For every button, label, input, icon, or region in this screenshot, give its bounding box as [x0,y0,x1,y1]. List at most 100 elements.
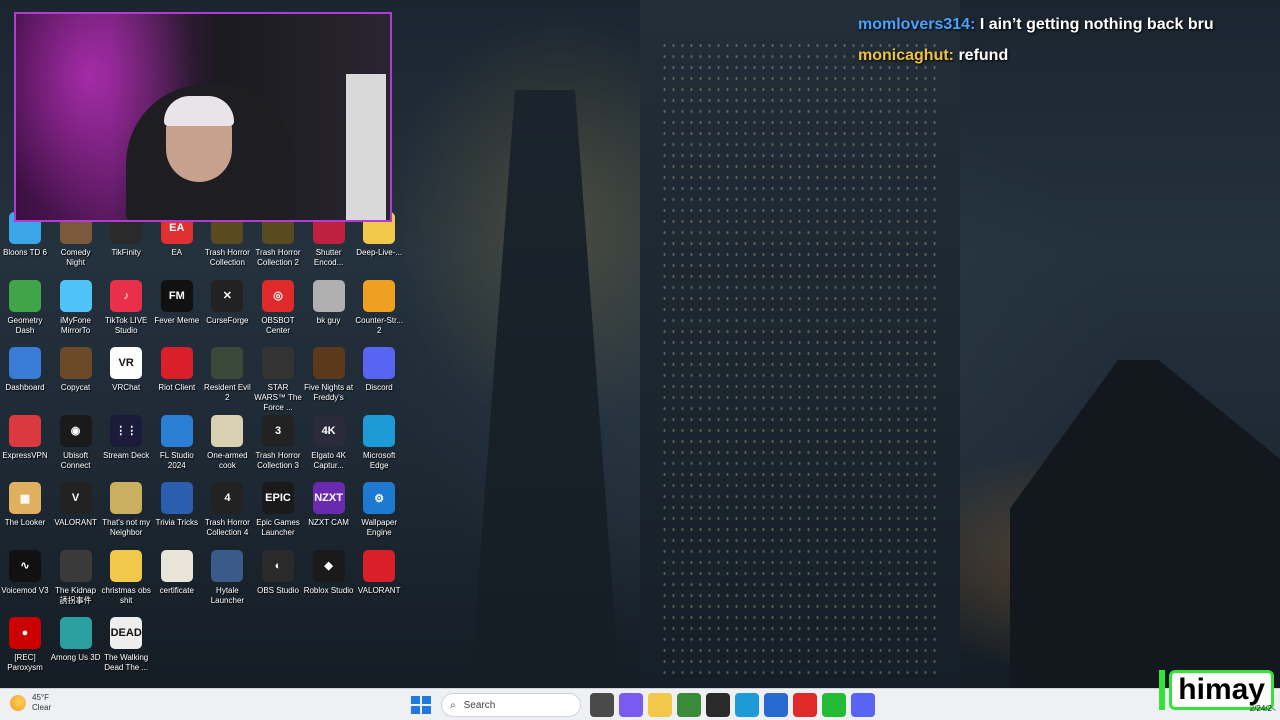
chrome-icon[interactable] [677,693,701,717]
desktop-icon[interactable]: ∿ Voicemod V3 [0,549,50,596]
desktop-icon[interactable]: Copycat [51,347,101,393]
obs-taskbar-icon[interactable] [706,693,730,717]
desktop-icon[interactable]: Microsoft Edge [354,414,404,471]
youtube-icon[interactable] [793,693,817,717]
discord-icon [363,347,396,379]
desktop-icon[interactable]: Five Nights at Freddy's [304,347,354,403]
desktop-icon-label: Shutter Encod... [313,248,344,267]
chat-text: refund [958,47,1009,64]
desktop-icon[interactable]: ● [REC] Paroxysm [0,617,50,673]
trash-horror-4-icon: 4 [211,482,244,514]
desktop-icon[interactable]: 4 Trash Horror Collection 4 [202,482,252,538]
desktop-icon[interactable]: VALORANT [354,549,404,596]
webcam-overlay [14,12,392,222]
desktop-icon-label: Dashboard [5,383,45,392]
chat-text: I ain’t getting nothing back bru [979,16,1214,33]
desktop-icon[interactable]: EPIC Epic Games Launcher [253,482,303,538]
desktop-icon[interactable]: certificate [152,549,202,596]
desktop-icon[interactable]: One-armed cook [202,414,252,471]
taskbar-center: ⌕ Search [408,693,875,717]
desktop-icon-label: Comedy Night [60,248,91,267]
desktop-icon[interactable]: Hytale Launcher [202,549,252,606]
desktop-icon-label: Trash Horror Collection 2 [255,248,301,267]
desktop-icon[interactable]: ◆ Roblox Studio [304,549,354,596]
search-icon: ⌕ [450,699,456,711]
taskbar-search[interactable]: ⌕ Search [441,693,581,717]
neighbor-icon [110,482,143,514]
desktop-icon[interactable]: Dashboard [0,347,50,393]
taskbar-clock[interactable]: 2/24/2 [1250,704,1272,713]
desktop-icon[interactable]: bk guy [304,279,354,326]
desktop-icon-label: Trash Horror Collection 3 [255,450,301,470]
wallpaper-tower-left [470,90,620,690]
desktop-icon[interactable]: V VALORANT [51,482,101,528]
desktop-icon-label: FL Studio 2024 [159,450,194,470]
desktop-icon[interactable]: Discord [354,347,404,393]
roblox-studio-icon: ◆ [312,549,345,582]
desktop-icon-label: certificate [159,585,194,595]
weather-text: 45°F Clear [32,693,51,713]
desktop-icon-label: That's not my Neighbor [102,518,151,537]
copilot-icon[interactable] [619,693,643,717]
weather-widget[interactable]: 45°F Clear [10,693,51,713]
desktop-icon[interactable]: ⚙ Wallpaper Engine [354,482,404,538]
windows-logo-pane [422,696,431,704]
desktop-icon[interactable]: The Kidnap 誘拐事件 [51,549,101,606]
task-view-icon[interactable] [590,693,614,717]
desktop-icon[interactable]: DEAD The Walking Dead The ... [101,617,151,673]
desktop-icon[interactable]: ◐ OBS Studio [253,549,303,596]
edge-icon [363,414,396,447]
desktop-icon[interactable]: 3 Trash Horror Collection 3 [253,414,303,471]
desktop-icon-label: ExpressVPN [2,450,48,460]
ubisoft-icon: ◉ [59,414,92,447]
brand-bar [1159,670,1166,710]
green-app-icon[interactable] [822,693,846,717]
desktop-icon-label: TikTok LIVE Studio [104,315,148,335]
among-us-icon [59,617,92,649]
desktop-icon-label: iMyFone MirrorTo [60,315,91,335]
desktop-icon[interactable]: Resident Evil 2 [202,347,252,403]
desktop-icon[interactable]: Riot Client [152,347,202,393]
desktop-icon-label: Deep-Live-... [356,248,403,257]
trash-horror-3-icon: 3 [262,414,294,447]
chat-message: momlovers314: I ain’t getting nothing ba… [858,14,1278,36]
desktop-icon[interactable]: iMyFone MirrorTo [51,279,101,336]
desktop-icon[interactable]: That's not my Neighbor [101,482,151,538]
voicemod-icon: ∿ [9,549,41,582]
desktop-icon[interactable]: Counter-Str... 2 [354,279,404,336]
desktop-icon-label: One-armed cook [207,450,248,470]
desktop-icon[interactable]: Geometry Dash [0,279,50,336]
store-icon[interactable] [764,693,788,717]
desktop-icon[interactable]: ◎ OBSBOT Center [253,279,303,336]
file-explorer-icon[interactable] [648,693,672,717]
desktop-icon[interactable]: ⋮⋮ Stream Deck [101,414,151,461]
counter-strike-icon [363,279,396,312]
desktop-icon[interactable]: ♪ TikTok LIVE Studio [101,279,151,336]
desktop-icon[interactable]: NZXT NZXT CAM [304,482,354,528]
desktop-icon[interactable]: ◉ Ubisoft Connect [51,414,101,471]
desktop-icon[interactable]: STAR WARS™ The Force ... [253,347,303,413]
desktop-icon-label: Wallpaper Engine [361,518,398,537]
desktop-icon[interactable]: 4K Elgato 4K Captur... [304,414,354,471]
start-button[interactable] [408,693,432,717]
desktop-icon[interactable]: ▦ The Looker [0,482,50,528]
desktop-icon[interactable]: FM Fever Meme [152,279,202,326]
desktop-icon-label: Stream Deck [103,450,150,460]
valorant-icon: V [59,482,92,514]
desktop-icon[interactable]: VR VRChat [101,347,151,393]
edge-taskbar-icon[interactable] [735,693,759,717]
desktop-icon-label: TikFinity [111,248,141,257]
desktop-icon[interactable]: christmas obs shit [101,549,151,606]
dashboard-icon [9,347,41,379]
riot-client-icon [160,347,193,379]
desktop-icon[interactable]: ✕ CurseForge [202,279,252,326]
desktop-icon[interactable]: Trivia Tricks [152,482,202,528]
desktop-icon-label: EA [171,248,183,257]
discord-taskbar-icon[interactable] [851,693,875,717]
stream-deck-icon: ⋮⋮ [110,414,143,447]
desktop-icon[interactable]: Among Us 3D [51,617,101,663]
star-wars-icon [262,347,294,379]
looker-icon: ▦ [9,482,41,514]
desktop-icon[interactable]: FL Studio 2024 [152,414,202,471]
desktop-icon[interactable]: ExpressVPN [0,414,50,461]
